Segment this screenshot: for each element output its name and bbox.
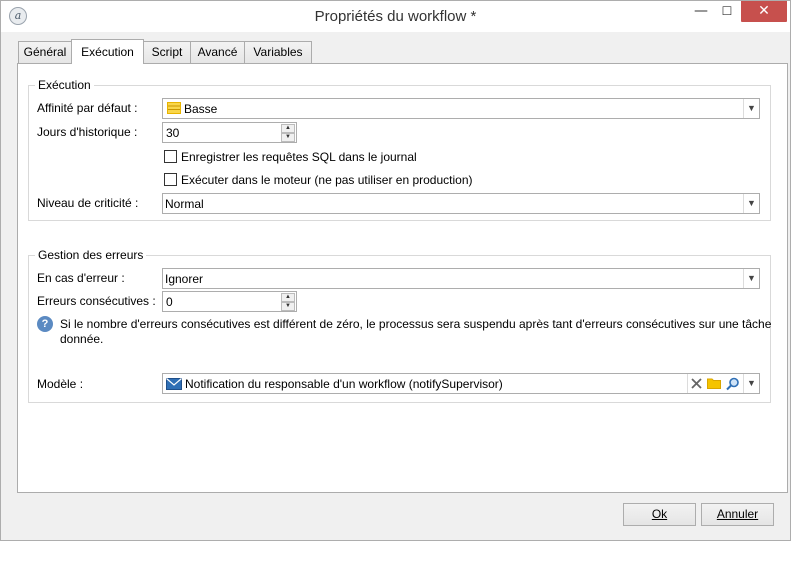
cancel-button[interactable]: Annuler: [701, 503, 774, 526]
history-days-value: 30: [166, 126, 180, 140]
ok-button[interactable]: Ok: [623, 503, 696, 526]
cancel-button-label: Annuler: [716, 507, 759, 521]
tab-general[interactable]: Général: [18, 41, 72, 63]
sql-log-label: Enregistrer les requêtes SQL dans le jou…: [181, 150, 417, 164]
execution-group: Exécution Affinité par défaut : Basse ▼ …: [28, 78, 771, 221]
tab-script[interactable]: Script: [143, 41, 191, 63]
close-button[interactable]: ✕: [741, 1, 787, 22]
on-error-label: En cas d'erreur :: [37, 271, 125, 285]
folder-icon[interactable]: [707, 377, 721, 389]
spin-up-icon[interactable]: ▲: [281, 124, 295, 133]
error-handling-legend: Gestion des erreurs: [35, 248, 147, 262]
model-value: Notification du responsable d'un workflo…: [185, 377, 503, 391]
criticality-value: Normal: [165, 197, 204, 211]
history-days-stepper[interactable]: 30 ▲ ▼: [162, 122, 297, 143]
clear-icon[interactable]: [691, 378, 702, 389]
on-error-select[interactable]: Ignorer ▼: [162, 268, 760, 289]
ok-button-label: Ok: [651, 507, 668, 521]
execution-group-legend: Exécution: [35, 78, 94, 92]
help-icon: ?: [37, 316, 53, 332]
spin-down-icon[interactable]: ▼: [281, 302, 295, 311]
consecutive-errors-label: Erreurs consécutives :: [37, 294, 156, 308]
affinity-icon: [167, 102, 181, 114]
search-icon[interactable]: [726, 377, 740, 391]
chevron-down-icon[interactable]: ▼: [743, 374, 759, 393]
criticality-select[interactable]: Normal ▼: [162, 193, 760, 214]
engine-label: Exécuter dans le moteur (ne pas utiliser…: [181, 173, 473, 187]
criticality-label: Niveau de criticité :: [37, 196, 139, 210]
chevron-down-icon[interactable]: ▼: [743, 99, 759, 118]
affinity-value: Basse: [184, 102, 218, 116]
maximize-button[interactable]: ☐: [714, 1, 740, 22]
model-label: Modèle :: [37, 377, 84, 391]
tab-advanced[interactable]: Avancé: [190, 41, 245, 63]
spin-down-icon[interactable]: ▼: [281, 133, 295, 142]
window-title: Propriétés du workflow *: [314, 8, 477, 25]
chevron-down-icon[interactable]: ▼: [743, 269, 759, 288]
model-select[interactable]: Notification du responsable d'un workflo…: [162, 373, 760, 394]
affinity-label: Affinité par défaut :: [37, 101, 138, 115]
execution-tab-panel: Exécution Affinité par défaut : Basse ▼ …: [17, 63, 788, 493]
engine-checkbox[interactable]: [164, 173, 177, 186]
minimize-button[interactable]: —: [688, 1, 714, 22]
spin-up-icon[interactable]: ▲: [281, 293, 295, 302]
consecutive-errors-stepper[interactable]: 0 ▲ ▼: [162, 291, 297, 312]
affinity-select[interactable]: Basse ▼: [162, 98, 760, 119]
title-bar: a Propriétés du workflow * — ☐ ✕: [1, 1, 790, 32]
consecutive-errors-info: Si le nombre d'erreurs consécutives est …: [60, 317, 772, 346]
sql-log-checkbox[interactable]: [164, 150, 177, 163]
history-label: Jours d'historique :: [37, 125, 138, 139]
model-separator: [687, 374, 688, 393]
consecutive-errors-value: 0: [166, 295, 173, 309]
chevron-down-icon[interactable]: ▼: [743, 194, 759, 213]
on-error-value: Ignorer: [165, 272, 204, 286]
error-handling-group: Gestion des erreurs En cas d'erreur : Ig…: [28, 248, 771, 403]
workflow-properties-dialog: a Propriétés du workflow * — ☐ ✕ Général…: [0, 0, 791, 541]
tab-variables[interactable]: Variables: [244, 41, 312, 63]
tab-execution[interactable]: Exécution: [71, 39, 144, 64]
envelope-icon: [166, 378, 182, 390]
